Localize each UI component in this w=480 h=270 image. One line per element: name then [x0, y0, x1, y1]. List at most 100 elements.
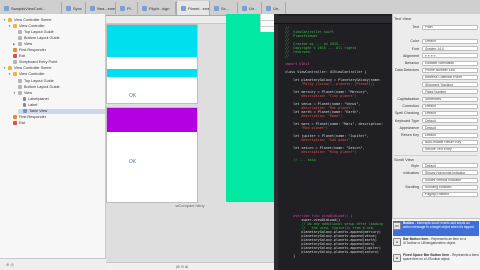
inspector-label: Data Detectors: [395, 68, 419, 73]
size-class-bar[interactable]: wCompact hAny: [106, 200, 274, 210]
inspector-control[interactable]: Editable Selectable: [422, 60, 478, 66]
code-line: description: "Gas giant"): [285, 138, 353, 142]
inspector-control[interactable]: System 14.0: [422, 46, 478, 52]
tab-label: SwapdsViewCont...: [11, 5, 46, 11]
inspector-row: Flight Number: [394, 89, 478, 95]
outline-item[interactable]: ▼ View Controller: [8, 23, 45, 28]
disclosure-triangle-icon[interactable]: ▼: [8, 24, 11, 28]
tab-1[interactable]: Sync: [62, 2, 86, 14]
outline-item[interactable]: Label: [18, 102, 37, 107]
inspector-control[interactable]: Default: [422, 125, 478, 131]
cyan-view-top[interactable]: [107, 25, 197, 57]
outline-item-label: Storyboard Entry Point: [19, 60, 58, 65]
outline-item[interactable]: ▼ View Controller Scene: [3, 17, 52, 22]
segmented-control[interactable]: [260, 14, 275, 32]
outline-item[interactable]: Table View: [18, 108, 105, 114]
inspector-control[interactable]: Default: [422, 118, 478, 124]
tab-4[interactable]: Flight...sign: [138, 2, 176, 14]
outline-item[interactable]: Exit: [8, 121, 25, 126]
scene-view-controller-1[interactable]: OK: [106, 24, 198, 104]
inspector-control[interactable]: Shows Horizontal Indicator: [422, 170, 478, 176]
inspector-control[interactable]: Default: [422, 163, 478, 169]
outline-item-label: Label/planet: [28, 96, 49, 101]
inspector-control[interactable]: Plain: [422, 24, 478, 30]
tab-label: Sc...: [221, 5, 230, 11]
outline-item[interactable]: Bottom Layout Guide: [13, 35, 60, 40]
inspector-control[interactable]: Shipment Tracking: [422, 82, 478, 88]
cyan-view-mid[interactable]: [107, 69, 197, 77]
outline-item-label: View Controller Scene: [14, 66, 52, 71]
tab-3[interactable]: Pl...: [116, 2, 138, 14]
library-item[interactable]: ⊞ Fixed Space Bar Button Item - Represent…: [393, 253, 479, 268]
yellow-object-icon: [8, 17, 12, 22]
ok-label-1[interactable]: OK: [129, 93, 136, 99]
tab-2[interactable]: Nea...ewer: [86, 2, 116, 14]
outline-item[interactable]: Exit: [8, 54, 25, 59]
inspector-control[interactable]: Default: [422, 110, 478, 116]
outline-item[interactable]: ▼ View Controller: [8, 72, 45, 77]
outline-item-label: Exit: [19, 54, 26, 59]
inspector-control[interactable]: Default: [422, 103, 478, 109]
outline-item[interactable]: Top Layout Guide: [13, 29, 54, 34]
tab-0[interactable]: SwapdsViewCont...: [0, 2, 62, 14]
library-item[interactable]: ⊟ Bar Button Item - Represents an item on…: [393, 237, 479, 252]
tab-label: Flight...sign: [149, 5, 170, 11]
tab-6[interactable]: Sc...: [210, 2, 238, 14]
disclosure-triangle-icon[interactable]: ▼: [3, 66, 6, 70]
outline-item[interactable]: ▼ View: [13, 90, 32, 95]
outline-item-label: Top Layout Guide: [24, 78, 54, 83]
disclosure-triangle-icon[interactable]: ▼: [3, 18, 6, 22]
disclosure-triangle-icon[interactable]: ▶: [13, 42, 16, 46]
library-item-text: Fixed Space Bar Button Item - Represents…: [403, 253, 479, 261]
disclosure-triangle-icon[interactable]: ▼: [8, 72, 11, 76]
disclosure-triangle-icon[interactable]: ▼: [13, 91, 16, 95]
code-line: "Milky (Ssiwa)", planets: [Planet](): [285, 82, 375, 86]
size-class-label[interactable]: wCompact hAny: [175, 203, 204, 208]
outline-item[interactable]: Label/planet: [18, 96, 49, 101]
inspector-row: Shows Vertical Indicator: [394, 177, 478, 183]
inspector-control[interactable]: Auto-enable Return Key: [422, 139, 478, 145]
segment-divider: [261, 26, 275, 27]
tab-label: Un...: [249, 5, 258, 11]
outline-item[interactable]: First Responder: [8, 115, 46, 120]
canvas-layout-controls[interactable]: |⊞ ⊟ ⊠: [176, 265, 188, 269]
outline-item-label: View: [24, 90, 33, 95]
inspector-control[interactable]: Default: [422, 132, 478, 138]
inspector-control[interactable]: Address Calendar Event: [422, 74, 478, 80]
code-line: description: "Tiny planet"): [285, 94, 357, 98]
inspector-control[interactable]: Sentences: [422, 96, 478, 102]
file-icon: [214, 5, 219, 11]
code-line: description: "Home"): [285, 114, 343, 118]
inspector-label: Capitalization: [397, 97, 419, 101]
section-divider: [394, 154, 478, 156]
purple-view[interactable]: [107, 108, 197, 132]
tab-label: Planet...ewer: [188, 5, 210, 11]
inspector-control[interactable]: Phone Number Link: [422, 67, 478, 73]
scene-view-controller-2[interactable]: OK: [106, 107, 198, 203]
inspector-control[interactable]: Default: [422, 38, 478, 44]
outline-item[interactable]: Storyboard Entry Point: [8, 60, 57, 65]
outline-item[interactable]: ▶ View: [13, 41, 32, 46]
file-icon: [66, 5, 71, 11]
tab-7[interactable]: Un...: [238, 2, 262, 14]
inspector-control[interactable]: Paging Enabled: [422, 191, 478, 197]
inspector-row: Spell Checking Default: [394, 110, 478, 116]
outline-item[interactable]: Bottom Layout Guide: [13, 84, 60, 89]
outline-item[interactable]: ▼ View Controller Scene: [3, 66, 52, 71]
tab-5[interactable]: Planet...ewer: [176, 1, 210, 15]
inspector-row: Style Default: [394, 163, 478, 169]
inspector-control[interactable]: Shows Vertical Indicator: [422, 177, 478, 183]
tab-8[interactable]: Un...: [262, 2, 286, 14]
outline-footer-controls[interactable]: ⊕ ◎: [6, 262, 14, 267]
outline-item[interactable]: First Responder: [8, 48, 46, 53]
inspector-control[interactable]: ≡ ≡ ≡ ≡: [422, 53, 478, 59]
inspector-row: Capitalization Sentences: [394, 96, 478, 102]
file-icon: [266, 5, 271, 11]
green-view[interactable]: [226, 14, 274, 202]
inspector-control[interactable]: Secure Text Entry: [422, 146, 478, 152]
inspector-control[interactable]: Scrolling Enabled: [422, 184, 478, 190]
inspector-control[interactable]: Flight Number: [422, 89, 478, 95]
library-item[interactable]: OK Button - Intercepts touch events and s…: [393, 221, 479, 236]
outline-item[interactable]: Top Layout Guide: [13, 78, 54, 83]
ok-label-2[interactable]: OK: [129, 159, 136, 165]
